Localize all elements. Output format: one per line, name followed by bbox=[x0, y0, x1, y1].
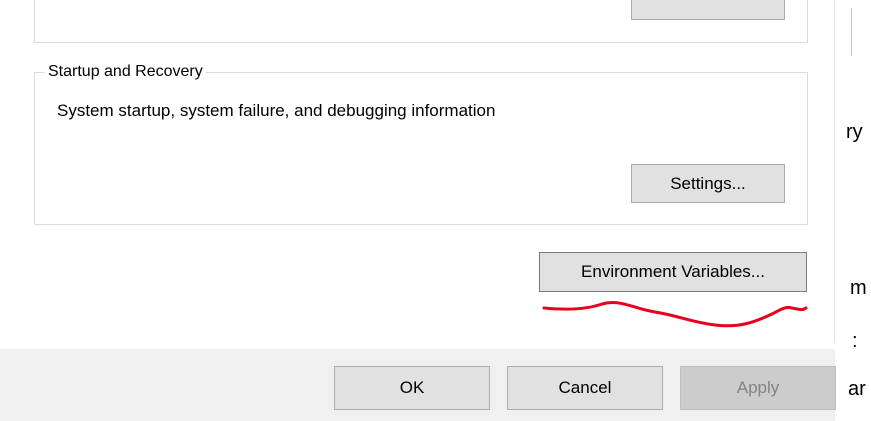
background-text-fragment: m bbox=[850, 277, 867, 299]
screenshot: ry m : ar Startup and Recovery System st… bbox=[0, 0, 871, 421]
apply-button[interactable]: Apply bbox=[680, 366, 836, 410]
startup-recovery-description: System startup, system failure, and debu… bbox=[57, 101, 496, 120]
background-window bbox=[835, 0, 871, 421]
red-underline-annotation bbox=[542, 301, 808, 328]
background-text-fragment: ry bbox=[846, 121, 863, 143]
cancel-button[interactable]: Cancel bbox=[507, 366, 663, 410]
environment-variables-button[interactable]: Environment Variables... bbox=[539, 252, 807, 292]
background-text-fragment: ar bbox=[848, 378, 866, 400]
startup-settings-button[interactable]: Settings... bbox=[631, 164, 785, 203]
group-settings-button[interactable] bbox=[631, 0, 785, 20]
background-text-fragment: : bbox=[852, 330, 858, 352]
dialog-right-edge bbox=[834, 0, 835, 343]
background-divider bbox=[851, 8, 852, 56]
startup-recovery-title: Startup and Recovery bbox=[45, 62, 206, 82]
ok-button[interactable]: OK bbox=[334, 366, 490, 410]
system-properties-dialog: Startup and Recovery System startup, sys… bbox=[0, 0, 836, 421]
